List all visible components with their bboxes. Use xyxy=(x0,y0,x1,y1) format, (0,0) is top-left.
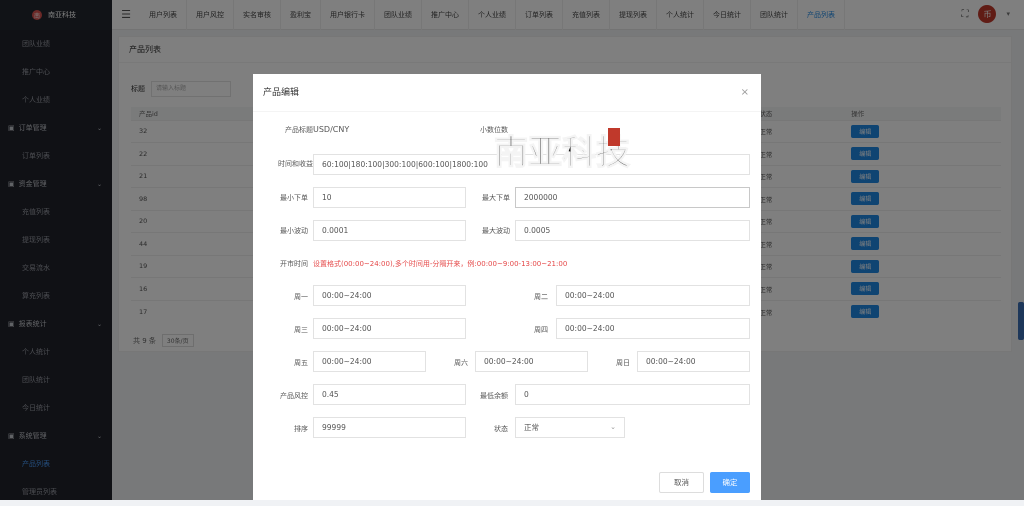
tue-input[interactable]: 00:00~24:00 xyxy=(556,285,750,306)
tue-label: 周二 xyxy=(534,293,548,301)
min-fluct-input[interactable]: 0.0001 xyxy=(313,220,466,241)
sort-label: 排序 xyxy=(294,425,308,433)
thu-label: 周四 xyxy=(534,326,548,334)
fri-input[interactable]: 00:00~24:00 xyxy=(313,351,426,372)
status-label: 状态 xyxy=(494,425,508,433)
cancel-button[interactable]: 取消 xyxy=(659,472,704,493)
sat-label: 周六 xyxy=(454,359,468,367)
min-order-input[interactable]: 10 xyxy=(313,187,466,208)
min-balance-input[interactable]: 0 xyxy=(515,384,750,405)
product-title-label: 产品标题 xyxy=(285,126,313,134)
watermark-logo-icon: 南亚科技 xyxy=(493,128,631,174)
max-fluct-input[interactable]: 0.0005 xyxy=(515,220,750,241)
max-fluct-label: 最大波动 xyxy=(482,227,510,235)
mon-label: 周一 xyxy=(294,293,308,301)
confirm-button[interactable]: 确定 xyxy=(710,472,750,493)
wed-input[interactable]: 00:00~24:00 xyxy=(313,318,466,339)
sat-input[interactable]: 00:00~24:00 xyxy=(475,351,588,372)
chevron-down-icon: ⌄ xyxy=(610,423,616,431)
open-time-hint: 设置格式(00:00~24:00),多个时间用-分隔开来，例:00:00~9:0… xyxy=(313,260,568,268)
risk-input[interactable]: 0.45 xyxy=(313,384,466,405)
brand-watermark: 南亚科技 xyxy=(492,120,632,182)
sun-input[interactable]: 00:00~24:00 xyxy=(637,351,750,372)
time-profit-label: 时间和收益 xyxy=(278,160,313,168)
sun-label: 周日 xyxy=(616,359,630,367)
watermark-seal xyxy=(608,128,620,146)
fri-label: 周五 xyxy=(294,359,308,367)
close-icon[interactable]: × xyxy=(741,74,749,112)
min-balance-label: 最低余额 xyxy=(480,392,508,400)
open-time-label: 开市时间 xyxy=(280,260,308,268)
max-order-label: 最大下单 xyxy=(482,194,510,202)
modal-header: 产品编辑 × xyxy=(253,74,761,112)
mon-input[interactable]: 00:00~24:00 xyxy=(313,285,466,306)
modal-title: 产品编辑 xyxy=(263,88,300,98)
sort-input[interactable]: 99999 xyxy=(313,417,466,438)
max-order-input[interactable]: 2000000 xyxy=(515,187,750,208)
thu-input[interactable]: 00:00~24:00 xyxy=(556,318,750,339)
status-select-value: 正常 xyxy=(524,423,539,432)
min-fluct-label: 最小波动 xyxy=(280,227,308,235)
status-select[interactable]: 正常 ⌄ xyxy=(515,417,625,438)
product-title-value: USD/CNY xyxy=(313,125,350,134)
wed-label: 周三 xyxy=(294,326,308,334)
risk-label: 产品风控 xyxy=(280,392,308,400)
min-order-label: 最小下单 xyxy=(280,194,308,202)
